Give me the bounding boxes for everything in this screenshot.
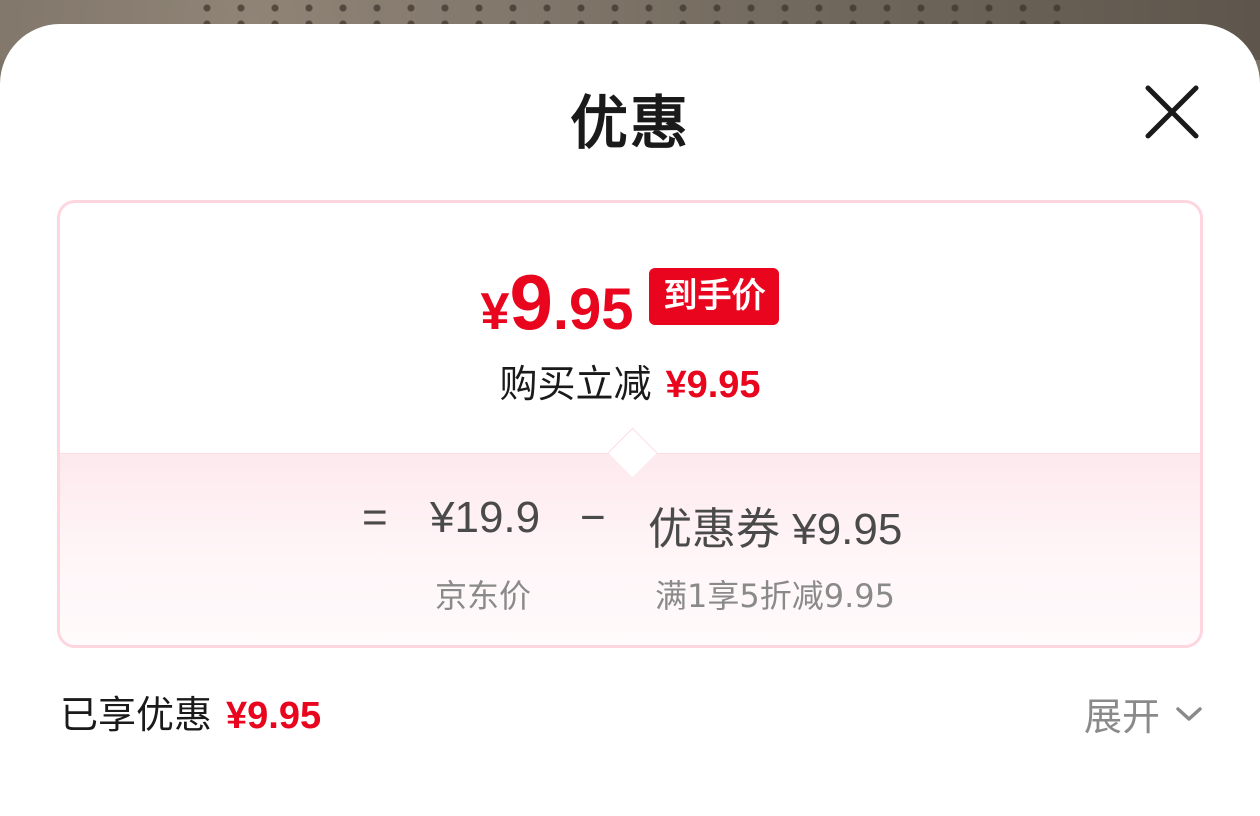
close-icon	[1145, 85, 1199, 139]
coupon-amount: 优惠券 ¥9.95	[648, 505, 903, 554]
final-price-row: ¥9.95 到手价	[60, 263, 1200, 341]
equals-sign: =	[362, 493, 388, 542]
final-price-integer: 9	[509, 258, 553, 346]
instant-discount-row: 购买立减 ¥9.95	[60, 353, 1200, 408]
chevron-down-icon	[1176, 706, 1202, 721]
coupon-rule-label: 满1享5折减9.95	[655, 577, 895, 615]
close-button[interactable]	[1140, 80, 1204, 144]
final-price: ¥9.95	[481, 263, 634, 341]
discount-bottom-sheet: 优惠 ¥9.95 到手价 购买立减 ¥9.95 = ¥19.9 − 优惠券 ¥9.…	[0, 24, 1260, 816]
expand-label: 展开	[1083, 695, 1160, 739]
enjoyed-discount: 已享优惠 ¥9.95	[60, 684, 321, 739]
price-formula-panel	[60, 453, 1200, 645]
expand-button[interactable]: 展开	[1084, 686, 1204, 741]
instant-discount-value: ¥9.95	[665, 364, 761, 406]
sheet-title: 优惠	[569, 89, 690, 157]
final-price-badge: 到手价	[649, 268, 780, 325]
enjoyed-discount-label: 已享优惠	[60, 693, 213, 737]
final-price-currency: ¥	[480, 283, 510, 341]
enjoyed-discount-value: ¥9.95	[226, 695, 322, 737]
instant-discount-label: 购买立减	[499, 362, 652, 406]
discount-footer: 已享优惠 ¥9.95 展开	[60, 684, 1204, 744]
base-price-label: 京东价	[435, 577, 532, 615]
minus-sign: −	[580, 493, 606, 542]
final-price-decimal: .95	[552, 277, 634, 342]
price-breakdown-card: ¥9.95 到手价 购买立减 ¥9.95 = ¥19.9 − 优惠券 ¥9.95 …	[57, 200, 1203, 648]
base-price: ¥19.9	[430, 493, 541, 542]
